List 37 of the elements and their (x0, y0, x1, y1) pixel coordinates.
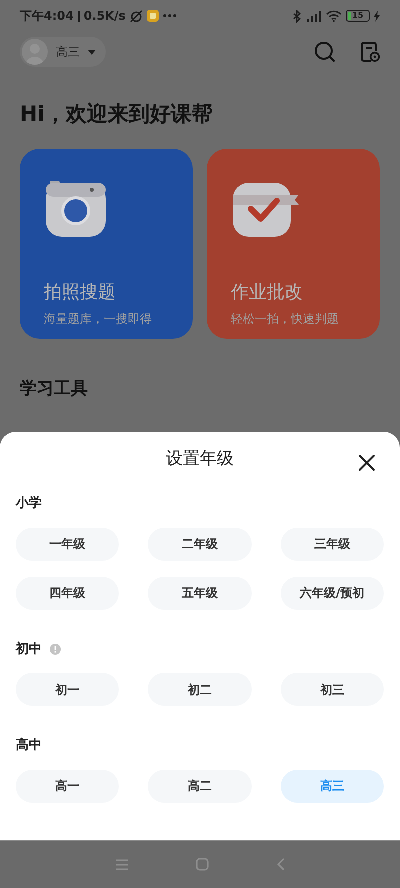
network-speed: 0.5K/s (84, 8, 126, 25)
grade-option[interactable]: 三年级 (280, 528, 384, 560)
grade-selector[interactable]: 高三 (20, 37, 106, 67)
section-heading: 高中 (16, 736, 42, 755)
greeting-title: Hi，欢迎来到好课帮 (19, 101, 214, 128)
more-icon (162, 14, 177, 18)
card-subtitle: 轻松一拍，快速判题 (231, 311, 340, 328)
grade-option[interactable]: 四年级 (16, 576, 120, 610)
grade-option[interactable]: 初一 (16, 673, 120, 706)
search-icon[interactable] (314, 41, 336, 63)
caret-icon (88, 50, 96, 54)
grade-option[interactable]: 高二 (148, 770, 252, 802)
section-title: 学习工具 (19, 378, 89, 400)
feature-card[interactable]: 拍照搜题 海量题库，一搜即得 (20, 149, 193, 340)
card-subtitle: 海量题库，一搜即得 (44, 311, 153, 328)
wifi-icon (326, 10, 342, 22)
document-clock-icon[interactable] (360, 41, 380, 63)
bluetooth-icon (293, 10, 302, 22)
status-time: 下午4:04 (20, 8, 74, 25)
grade-option[interactable]: 六年级/预初 (280, 576, 384, 610)
sheet-title: 设置年级 (166, 448, 234, 472)
grade-option[interactable]: 初二 (148, 673, 252, 706)
grade-option[interactable]: 二年级 (148, 528, 252, 560)
grade-option[interactable]: 五年级 (148, 576, 252, 610)
grade-option[interactable]: 一年级 (16, 528, 120, 560)
grade-option[interactable]: 高一 (16, 770, 120, 802)
close-icon[interactable] (358, 454, 376, 472)
section-heading: 初中 (16, 640, 42, 658)
section-heading: 小学 (16, 495, 42, 513)
battery-icon: 15 (346, 10, 370, 22)
app-notification-icon (146, 10, 159, 22)
alarm-off-icon (130, 10, 143, 22)
card-title: 作业批改 (231, 281, 304, 306)
card-title: 拍照搜题 (44, 281, 117, 306)
avatar-icon (22, 39, 48, 65)
signal-icon (306, 10, 322, 22)
grade-option[interactable]: 初三 (280, 673, 384, 706)
